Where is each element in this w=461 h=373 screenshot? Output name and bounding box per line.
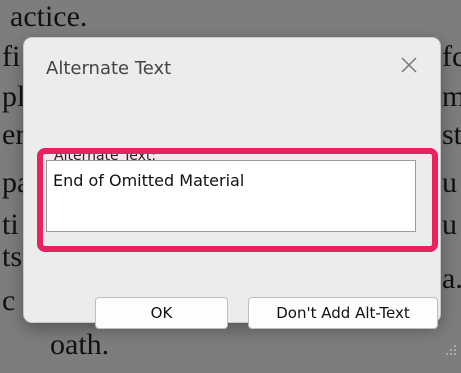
close-icon — [401, 57, 417, 73]
document-text-fragment: u — [442, 208, 457, 241]
dont-add-alt-text-button[interactable]: Don't Add Alt-Text — [248, 297, 438, 329]
dialog-title: Alternate Text — [46, 58, 172, 79]
ok-button[interactable]: OK — [95, 297, 228, 329]
document-text-fragment: u — [442, 166, 457, 199]
document-text-fragment: fc — [442, 40, 461, 73]
resize-grip-icon[interactable] — [444, 343, 458, 357]
document-text-line: oath. — [50, 328, 110, 361]
document-text-fragment: a. — [442, 262, 461, 295]
document-text-fragment: ts — [2, 240, 23, 273]
document-text-fragment: c — [2, 284, 16, 317]
document-text-fragment: ti — [2, 208, 19, 241]
document-text-fragment: pl — [2, 80, 26, 113]
document-text-fragment: m — [442, 80, 461, 113]
document-text-fragment: fi — [2, 40, 21, 73]
alternate-text-input[interactable]: End of Omitted Material — [46, 160, 416, 232]
close-button[interactable] — [396, 52, 422, 78]
document-text-fragment: st — [442, 118, 461, 151]
document-text-line: actice. — [10, 0, 88, 33]
document-text-fragment: er — [2, 118, 26, 151]
